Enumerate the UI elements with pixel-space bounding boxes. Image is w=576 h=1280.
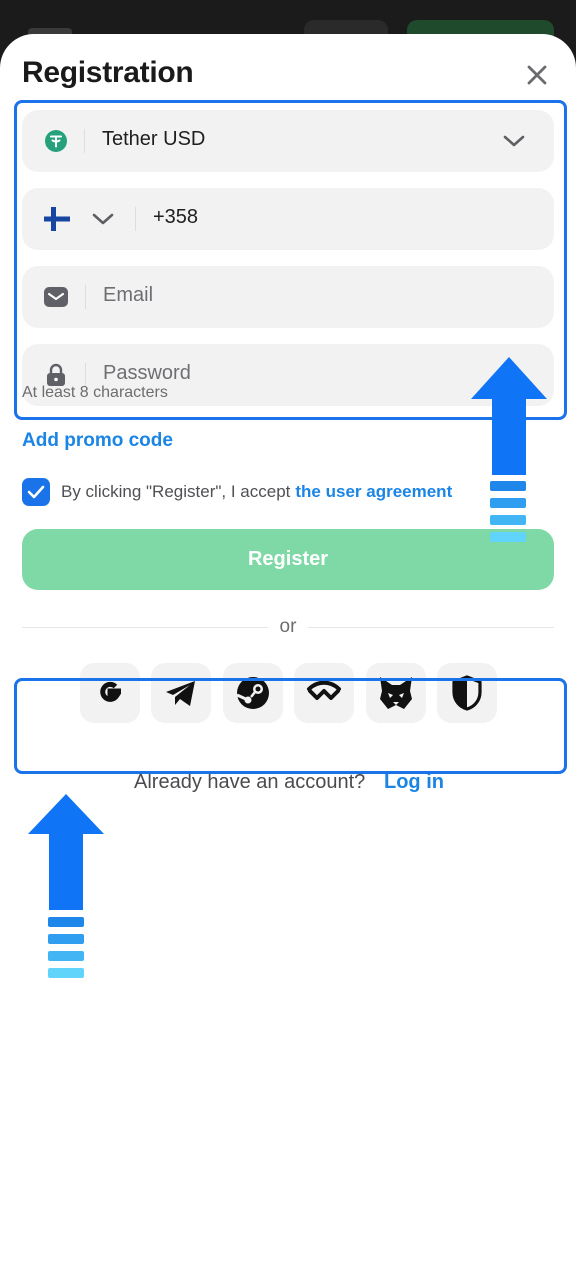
register-button[interactable]: Register [22, 529, 554, 590]
arrow-bar [48, 951, 84, 961]
divider-label: or [279, 616, 297, 637]
arrow-up-icon [471, 357, 547, 475]
user-agreement-link[interactable]: the user agreement [295, 482, 452, 502]
divider-line [308, 627, 554, 628]
close-button[interactable] [522, 60, 552, 90]
agreement-checkbox[interactable] [22, 478, 50, 506]
arrow-up-icon [28, 794, 104, 910]
agreement-text: By clicking "Register", I accept [61, 482, 291, 501]
arrow-bar [490, 515, 526, 525]
divider-line [22, 627, 268, 628]
highlight-frame-social [14, 678, 567, 774]
log-in-link[interactable]: Log in [384, 771, 444, 794]
add-promo-code-link[interactable]: Add promo code [22, 430, 173, 452]
arrow-bar [490, 532, 526, 542]
already-have-account-text: Already have an account? [134, 771, 366, 793]
checkmark-icon [27, 485, 45, 499]
arrow-bar [48, 934, 84, 944]
arrow-bar [490, 481, 526, 491]
close-icon [527, 65, 547, 85]
arrow-bar [490, 498, 526, 508]
page-title: Registration [22, 56, 194, 89]
arrow-bar [48, 968, 84, 978]
agreement-row: By clicking "Register", I accept the use… [22, 478, 452, 506]
arrow-bar [48, 917, 84, 927]
